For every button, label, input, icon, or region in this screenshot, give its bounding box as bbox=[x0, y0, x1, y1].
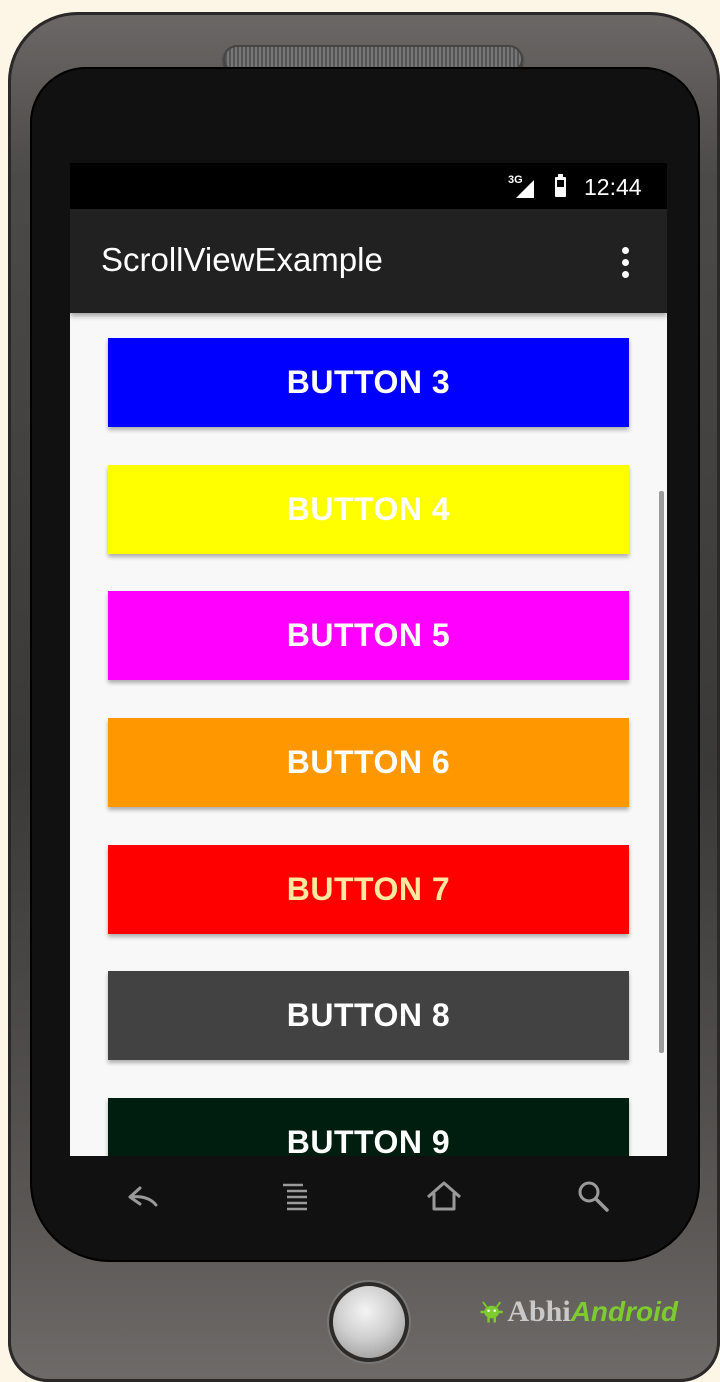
search-icon[interactable] bbox=[574, 1177, 614, 1217]
button-5[interactable]: BUTTON 5 bbox=[108, 591, 629, 680]
button-7[interactable]: BUTTON 7 bbox=[108, 845, 629, 934]
watermark-text-b: Android bbox=[570, 1296, 678, 1327]
status-time: 12:44 bbox=[584, 174, 642, 200]
button-6[interactable]: BUTTON 6 bbox=[108, 718, 629, 807]
device-screen: 3G 12:44 ScrollViewExample BUTTON 3 BUTT… bbox=[70, 163, 667, 1156]
menu-icon[interactable] bbox=[277, 1177, 317, 1217]
button-4[interactable]: BUTTON 4 bbox=[108, 465, 629, 554]
scrollbar[interactable] bbox=[659, 491, 664, 1053]
navigation-bar bbox=[70, 1157, 667, 1239]
more-vert-icon[interactable] bbox=[622, 247, 630, 279]
hardware-home-button[interactable] bbox=[333, 1286, 405, 1358]
app-bar: ScrollViewExample bbox=[70, 209, 667, 313]
battery-icon bbox=[555, 174, 566, 197]
back-icon[interactable] bbox=[124, 1177, 164, 1217]
button-8[interactable]: BUTTON 8 bbox=[108, 971, 629, 1060]
button-9[interactable]: BUTTON 9 bbox=[108, 1098, 629, 1156]
watermark-logo: Abhi Android bbox=[478, 1287, 678, 1337]
app-title: ScrollViewExample bbox=[101, 241, 383, 278]
status-bar: 3G 12:44 bbox=[70, 163, 667, 209]
home-icon[interactable] bbox=[424, 1177, 464, 1217]
signal-icon bbox=[516, 180, 534, 198]
scroll-view[interactable]: BUTTON 3 BUTTON 4 BUTTON 5 BUTTON 6 BUTT… bbox=[70, 313, 667, 1156]
button-3[interactable]: BUTTON 3 bbox=[108, 338, 629, 427]
watermark-text-a: Abhi bbox=[507, 1295, 571, 1328]
android-mascot-icon bbox=[480, 1301, 503, 1323]
